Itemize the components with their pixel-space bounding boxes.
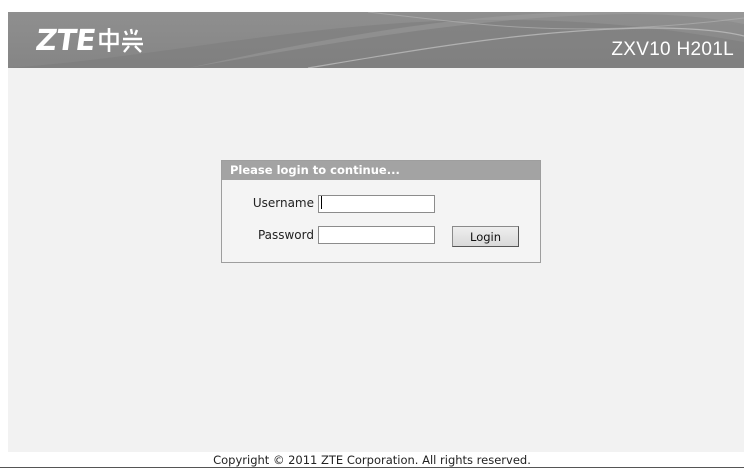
password-input[interactable] <box>318 226 435 244</box>
password-row: Password <box>222 225 435 245</box>
content-area: Please login to continue... Username Pas… <box>8 68 744 452</box>
model-name: ZXV10 H201L <box>611 39 734 60</box>
zte-logo: ZTE <box>33 22 144 57</box>
username-input[interactable] <box>318 195 435 214</box>
password-label: Password <box>257 228 314 242</box>
router-login-page: ZTE ZXV10 H201L Please login to continue… <box>0 0 744 468</box>
login-panel-title: Please login to continue... <box>222 161 540 180</box>
footer: Copyright © 2011 ZTE Corporation. All ri… <box>0 452 744 468</box>
copyright-text: Copyright © 2011 ZTE Corporation. All ri… <box>213 453 531 467</box>
username-row: Username <box>222 193 435 214</box>
header-banner: ZTE ZXV10 H201L <box>8 12 744 68</box>
text-caret <box>321 195 322 209</box>
logo-zte-text: ZTE <box>33 22 98 57</box>
login-button[interactable]: Login <box>452 226 519 247</box>
username-label: Username <box>252 196 314 210</box>
logo-chinese-characters <box>99 28 144 53</box>
login-panel: Please login to continue... Username Pas… <box>221 160 541 263</box>
